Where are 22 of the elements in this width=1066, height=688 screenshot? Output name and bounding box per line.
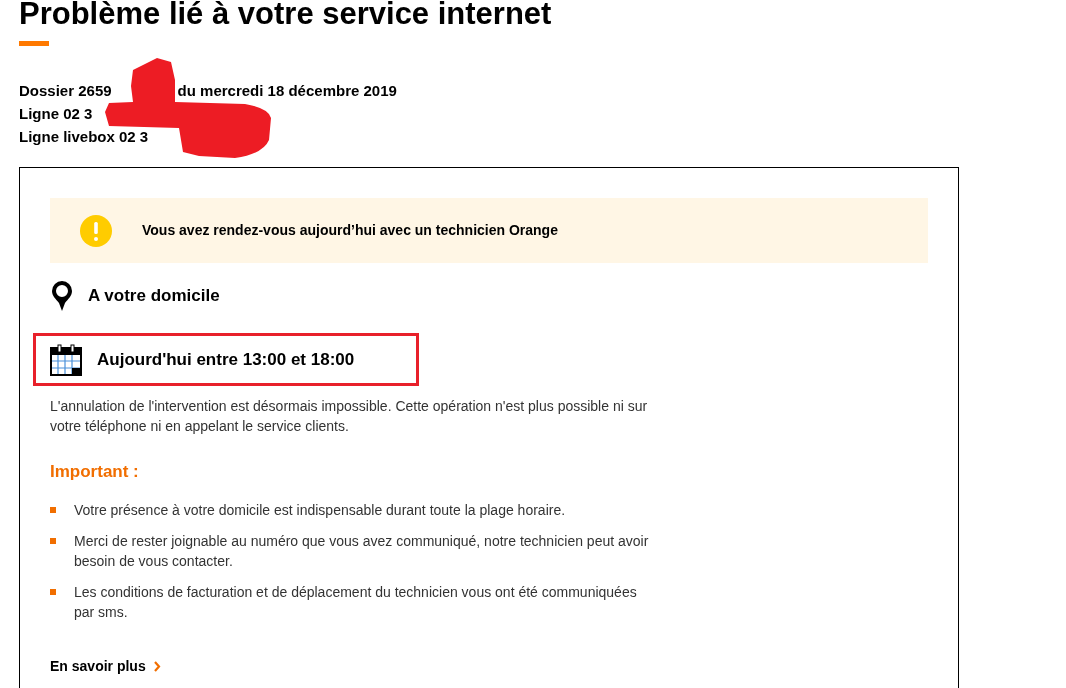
bullet-icon (50, 506, 56, 513)
case-info-text: Ligne livebox 02 3 (19, 127, 149, 147)
bullet-icon (50, 537, 56, 544)
map-pin-icon (51, 280, 73, 312)
chevron-right-icon (153, 660, 161, 672)
notice-text: L'annulation de l'intervention est désormais impossible. Cette opération n'est plus possible ni sur votre téléphone ni en appelant le service clients. (50, 397, 649, 436)
important-item: Les conditions de facturation et de déplacement du technicien vous ont été communiquées par sms. (74, 582, 638, 622)
case-info-text: du mercredi 18 décembre 2019 (177, 81, 397, 101)
title-underline (19, 41, 49, 46)
alert-text: Vous avez rendez-vous aujourd’hui avec un technicien Orange (142, 221, 558, 240)
page-title: Problème lié à votre service internet (19, 0, 552, 32)
case-info-text: Ligne 02 3 (19, 104, 93, 124)
important-item: Votre présence à votre domicile est indispensable durant toute la plage horaire. (74, 500, 567, 520)
bullet-icon (50, 588, 56, 595)
important-heading: Important : (50, 461, 139, 483)
detail-text: Aujourd'hui entre 13:00 et 18:00 (97, 348, 355, 371)
important-item: Merci de rester joignable au numéro que vous avez communiqué, notre technicien peut avoir besoin de vous contacter. (74, 531, 650, 571)
warning-icon (80, 214, 112, 247)
calendar-icon (50, 343, 82, 376)
learn-more-link[interactable]: En savoir plus (50, 655, 161, 677)
case-info-text: Dossier 2659 (19, 81, 112, 101)
detail-text: A votre domicile (88, 285, 220, 308)
